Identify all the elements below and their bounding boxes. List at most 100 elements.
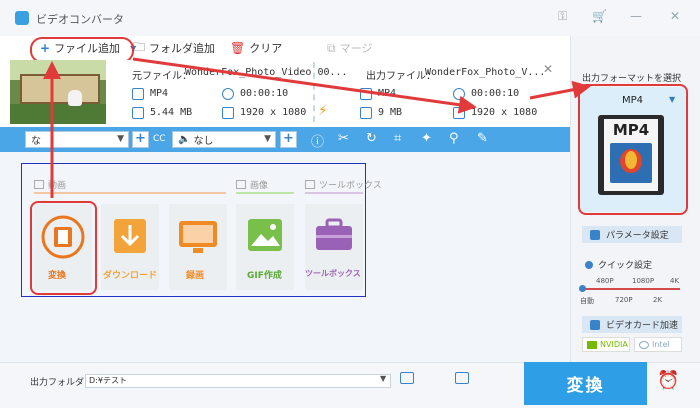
title-bar: ビデオコンバータ ⚿ 🛒 — ✕: [0, 0, 700, 37]
output-folder-label: 出力フォルダ：: [30, 378, 94, 388]
output-folder-field[interactable]: D:¥テスト: [85, 374, 391, 388]
nvidia-icon: [587, 340, 597, 349]
cart-icon[interactable]: 🛒: [592, 9, 607, 23]
quick-settings: クイック設定: [585, 258, 652, 271]
params-label: パラメータ設定: [606, 231, 669, 241]
tile-download-label: ダウンロード: [103, 271, 158, 281]
chevron-down-icon: ▼: [117, 134, 124, 144]
tile-gif[interactable]: GIF作成: [236, 204, 294, 290]
video-converter-window: ビデオコンバータ ⚿ 🛒 — ✕ + ファイル追加 ▼ 🗀 フォルダ追加 🗑 ク…: [0, 0, 700, 408]
output-file-name: WonderFox_Photo_V...: [425, 67, 546, 78]
edit-icon[interactable]: ✎: [477, 131, 488, 146]
quality-1080p[interactable]: 1080P: [632, 277, 654, 285]
source-file-label: 元ファイル：: [132, 71, 192, 82]
clear-label: クリア: [249, 42, 283, 55]
merge-button[interactable]: ⧉ マージ: [327, 40, 372, 56]
section-video: 動画: [34, 178, 66, 191]
parameter-settings-button[interactable]: パラメータ設定: [582, 226, 682, 243]
toolbox-section-icon: [305, 180, 315, 189]
image-section-icon: [236, 180, 246, 189]
output-size: 9 MB: [378, 107, 403, 118]
alarm-clock-icon[interactable]: ⏰: [657, 370, 679, 391]
highlight-format-rect: [578, 84, 688, 215]
output-format-title: 出力フォーマットを選択: [582, 74, 682, 84]
quality-480p[interactable]: 480P: [596, 277, 614, 285]
merge-icon: ⧉: [327, 40, 336, 55]
quality-slider-handle[interactable]: [579, 285, 586, 292]
source-format: MP4: [150, 88, 169, 99]
open-folder-icon[interactable]: [400, 372, 414, 384]
resolution-icon: [453, 107, 465, 119]
merge-label: マージ: [339, 42, 373, 55]
crop-icon[interactable]: ⌗: [394, 131, 401, 146]
section-toolbox-line: [305, 192, 363, 194]
nvidia-label: NVIDIA: [600, 340, 628, 349]
video-section-icon: [34, 180, 44, 189]
cc-icon[interactable]: CC: [153, 134, 166, 144]
sliders-icon: [590, 229, 600, 240]
quality-2k[interactable]: 2K: [653, 296, 662, 304]
image-icon: [248, 219, 282, 251]
quality-slider[interactable]: [582, 288, 680, 290]
close-window-icon[interactable]: ✕: [670, 9, 680, 23]
filesize-icon: [360, 107, 372, 119]
audio-track-select[interactable]: 🔈 なし ▼: [172, 131, 276, 148]
download-icon: [114, 219, 146, 253]
rotate-icon[interactable]: ↻: [366, 131, 377, 146]
format-icon: [132, 88, 144, 100]
clock-icon: [222, 88, 234, 100]
minimize-icon[interactable]: —: [630, 9, 642, 23]
gpu-accel-button[interactable]: ビデオカード加速: [582, 316, 682, 333]
watermark-icon[interactable]: ⚲: [449, 131, 459, 146]
section-video-label: 動画: [48, 181, 67, 191]
filesize-icon: [132, 107, 144, 119]
output-resolution: 1920 x 1080: [471, 107, 538, 118]
divider: [313, 62, 315, 122]
highlight-convert-rect: [30, 201, 97, 295]
intel-label: Intel: [652, 340, 670, 349]
section-image-label: 画像: [250, 181, 269, 191]
quick-settings-label: クイック設定: [598, 261, 653, 271]
section-toolbox-label: ツールボックス: [319, 181, 382, 191]
app-logo-icon: [15, 11, 29, 25]
info-icon[interactable]: ⓘ: [311, 131, 324, 150]
app-title: ビデオコンバータ: [36, 13, 124, 26]
add-folder-button[interactable]: 🗀 フォルダ追加: [133, 40, 215, 56]
chevron-down-icon: ▼: [264, 134, 271, 144]
intel-badge[interactable]: Intel: [634, 337, 682, 352]
tile-record-label: 録画: [186, 271, 205, 281]
audio-select-value: なし: [193, 136, 214, 147]
key-icon[interactable]: ⚿: [558, 9, 567, 24]
tile-download[interactable]: ダウンロード: [101, 204, 159, 290]
section-video-line: [34, 192, 226, 194]
add-folder-label: フォルダ追加: [149, 42, 216, 55]
add-audio-button[interactable]: +: [280, 131, 297, 148]
tile-toolbox[interactable]: ツールボックス: [305, 204, 363, 290]
browse-folder-icon[interactable]: [455, 372, 469, 384]
subtitle-select[interactable]: な ▼: [25, 131, 129, 148]
add-subtitle-button[interactable]: +: [132, 131, 149, 148]
speaker-icon: 🔈: [178, 134, 191, 145]
quality-auto[interactable]: 自動: [580, 296, 594, 306]
clear-button[interactable]: 🗑 クリア: [230, 40, 282, 56]
subtitle-select-value: な: [31, 136, 41, 147]
video-thumbnail[interactable]: [10, 60, 106, 124]
chevron-down-icon[interactable]: ▼: [380, 374, 386, 383]
convert-button[interactable]: 変換: [524, 362, 647, 405]
section-toolbox: ツールボックス: [305, 178, 382, 191]
resolution-icon: [222, 107, 234, 119]
effects-icon[interactable]: ✦: [421, 131, 432, 146]
tile-toolbox-label: ツールボックス: [305, 269, 361, 278]
remove-file-icon[interactable]: ✕: [543, 62, 553, 76]
quality-720p[interactable]: 720P: [615, 296, 633, 304]
quality-4k[interactable]: 4K: [670, 277, 679, 285]
section-image-line: [236, 192, 294, 194]
output-duration: 00:00:10: [471, 88, 520, 99]
gpu-accel-label: ビデオカード加速: [606, 321, 679, 331]
scissors-icon[interactable]: ✂: [338, 131, 349, 146]
tile-gif-label: GIF作成: [247, 271, 282, 281]
nvidia-badge[interactable]: NVIDIA: [582, 337, 630, 352]
folder-icon: 🗀: [133, 39, 146, 54]
source-duration: 00:00:10: [240, 88, 289, 99]
tile-record[interactable]: 録画: [169, 204, 227, 290]
